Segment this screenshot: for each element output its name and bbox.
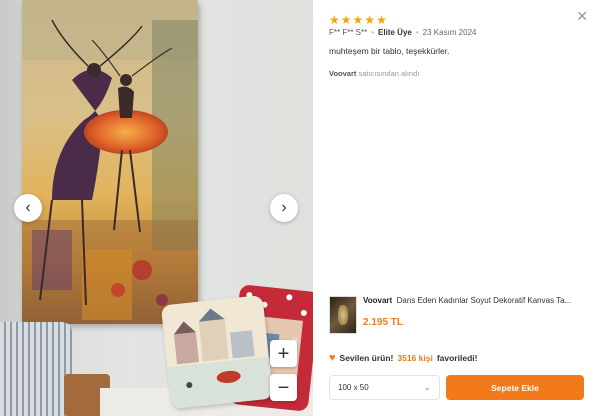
- minus-icon: −: [277, 376, 290, 399]
- review-detail-panel: ✕ ★ ★ ★ ★ ★ F** F** S** • Elite Üye • 23 Kas…: [313, 0, 600, 416]
- review-image-modal: ‹ › + − ✕ ★ ★ ★ ★ ★ F** F** S** • Elite Üye …: [0, 0, 600, 416]
- star-icon: ★: [329, 13, 340, 27]
- star-icon: ★: [376, 13, 387, 27]
- zoom-out-button[interactable]: −: [270, 374, 297, 401]
- canvas-painting-image: [22, 0, 198, 324]
- close-icon: ✕: [576, 8, 588, 24]
- striped-sofa: [0, 322, 72, 416]
- star-icon: ★: [340, 13, 352, 27]
- product-price: 2.195 TL: [363, 317, 404, 328]
- product-thumbnail[interactable]: [329, 296, 357, 334]
- favorite-lead: Sevilen ürün!: [339, 353, 394, 363]
- review-meta: F** F** S** • Elite Üye • 23 Kasım 2024: [329, 28, 476, 37]
- chevron-down-icon: ⌄: [423, 382, 431, 392]
- product-title: Dans Eden Kadınlar Soyut Dekoratif Kanva…: [396, 296, 572, 305]
- star-icon: ★: [352, 13, 364, 27]
- favorite-info: ♥ Sevilen ürün! 3516 kişi favoriledi!: [329, 352, 477, 364]
- seller-suffix: satıcısından alındı: [358, 69, 420, 78]
- chevron-left-icon: ‹: [25, 199, 31, 216]
- star-rating: ★ ★ ★ ★ ★: [329, 13, 387, 27]
- reviewer-name: F** F** S**: [329, 28, 368, 37]
- add-to-cart-button[interactable]: Sepete Ekle: [446, 375, 584, 400]
- separator-dot: •: [371, 28, 375, 37]
- next-image-button[interactable]: ›: [270, 194, 298, 222]
- member-badge: Elite Üye: [378, 28, 412, 37]
- plus-icon: +: [277, 342, 290, 365]
- review-date: 23 Kasım 2024: [422, 28, 477, 37]
- favorite-tail: favoriledi!: [436, 353, 478, 363]
- product-info: Voovart Dans Eden Kadınlar Soyut Dekorat…: [363, 296, 585, 336]
- product-title-line[interactable]: Voovart Dans Eden Kadınlar Soyut Dekorat…: [363, 296, 585, 305]
- size-select-value: 100 x 50: [338, 383, 369, 392]
- favorite-count: 3516 kişi: [397, 353, 433, 363]
- house-pattern-pillow: [160, 294, 274, 410]
- size-select[interactable]: 100 x 50 ⌄: [329, 375, 440, 400]
- previous-image-button[interactable]: ‹: [14, 194, 42, 222]
- seller-name[interactable]: Voovart: [329, 69, 356, 78]
- product-brand: Voovart: [363, 296, 393, 305]
- separator-dot: •: [415, 28, 419, 37]
- chevron-right-icon: ›: [281, 199, 287, 216]
- zoom-in-button[interactable]: +: [270, 340, 297, 367]
- star-icon: ★: [364, 13, 376, 27]
- review-comment: muhteşem bir tablo, teşekkürler.: [329, 46, 450, 56]
- seller-info: Voovart satıcısından alındı: [329, 69, 419, 78]
- close-button[interactable]: ✕: [576, 8, 588, 25]
- heart-icon: ♥: [329, 352, 336, 364]
- product-card[interactable]: Voovart Dans Eden Kadınlar Soyut Dekorat…: [329, 296, 587, 336]
- review-photo: ‹ › + −: [0, 0, 313, 416]
